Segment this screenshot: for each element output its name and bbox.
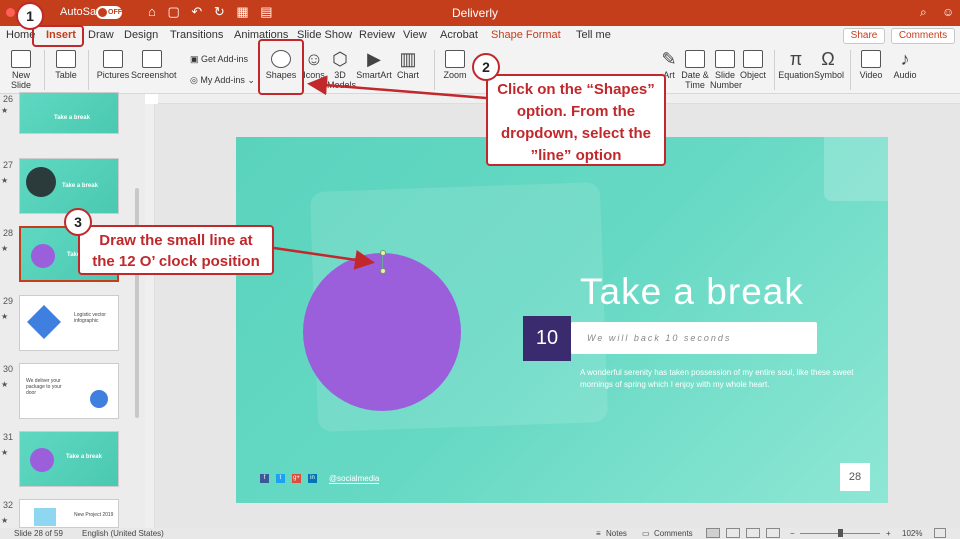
- slide-count: Slide 28 of 59: [14, 529, 63, 538]
- step-1-marker: 1: [16, 2, 44, 30]
- reading-view-button[interactable]: [746, 528, 760, 538]
- normal-view-button[interactable]: [706, 528, 720, 538]
- fit-to-window-button[interactable]: [934, 528, 946, 538]
- notes-button[interactable]: Notes: [606, 529, 627, 538]
- comment-icon: ▭: [642, 529, 650, 538]
- step-3-marker: 3: [64, 208, 92, 236]
- step-3-callout: Draw the small line at the 12 O’ clock p…: [78, 225, 274, 275]
- step-2-callout: Click on the “Shapes” option. From the d…: [486, 74, 666, 166]
- zoom-in-button[interactable]: +: [886, 529, 891, 538]
- slide-sorter-button[interactable]: [726, 528, 740, 538]
- status-bar: Slide 28 of 59 English (United States) ≡…: [0, 528, 960, 539]
- language-indicator[interactable]: English (United States): [82, 529, 164, 538]
- zoom-level[interactable]: 102%: [902, 529, 922, 538]
- comments-toggle[interactable]: Comments: [654, 529, 693, 538]
- step-2-marker: 2: [472, 53, 500, 81]
- zoom-out-button[interactable]: −: [790, 529, 795, 538]
- zoom-slider-thumb[interactable]: [838, 529, 843, 537]
- notes-icon: ≡: [596, 529, 601, 538]
- slideshow-view-button[interactable]: [766, 528, 780, 538]
